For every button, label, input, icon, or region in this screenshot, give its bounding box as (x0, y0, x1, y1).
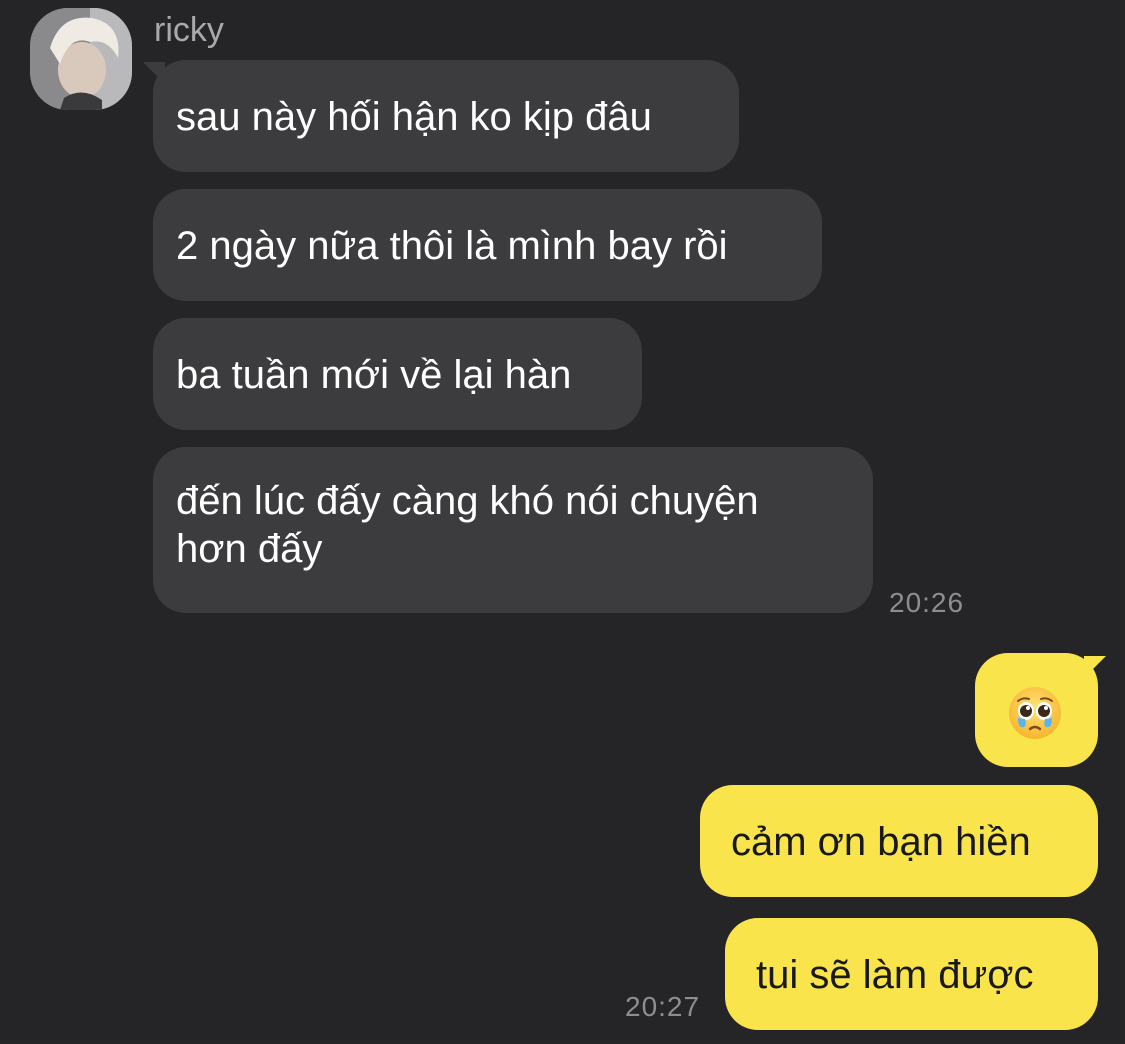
incoming-message-1[interactable]: sau này hối hận ko kịp đâu (153, 60, 739, 172)
sender-avatar[interactable] (30, 8, 132, 110)
message-text: 2 ngày nữa thôi là mình bay rồi (176, 224, 728, 268)
incoming-message-4[interactable]: đến lúc đấy càng khó nói chuyện hơn đấy (153, 447, 873, 613)
sender-name: ricky (154, 11, 224, 49)
message-text: tui sẽ làm được (756, 953, 1034, 997)
pleading-face-icon (1009, 687, 1061, 739)
incoming-timestamp: 20:26 (889, 587, 965, 618)
incoming-message-3[interactable]: ba tuần mới về lại hàn (153, 318, 642, 430)
message-text: sau này hối hận ko kịp đâu (176, 95, 652, 139)
message-text: ba tuần mới về lại hàn (176, 353, 572, 397)
message-text-line-2: hơn đấy (176, 527, 323, 571)
outgoing-message-2[interactable]: tui sẽ làm được (725, 918, 1098, 1030)
message-text-line-1: đến lúc đấy càng khó nói chuyện (176, 479, 759, 523)
message-text: cảm ơn bạn hiền (731, 820, 1031, 864)
avatar-photo-icon (30, 8, 132, 110)
outgoing-message-1[interactable]: cảm ơn bạn hiền (700, 785, 1098, 897)
incoming-message-2[interactable]: 2 ngày nữa thôi là mình bay rồi (153, 189, 822, 301)
outgoing-timestamp: 20:27 (625, 991, 701, 1022)
